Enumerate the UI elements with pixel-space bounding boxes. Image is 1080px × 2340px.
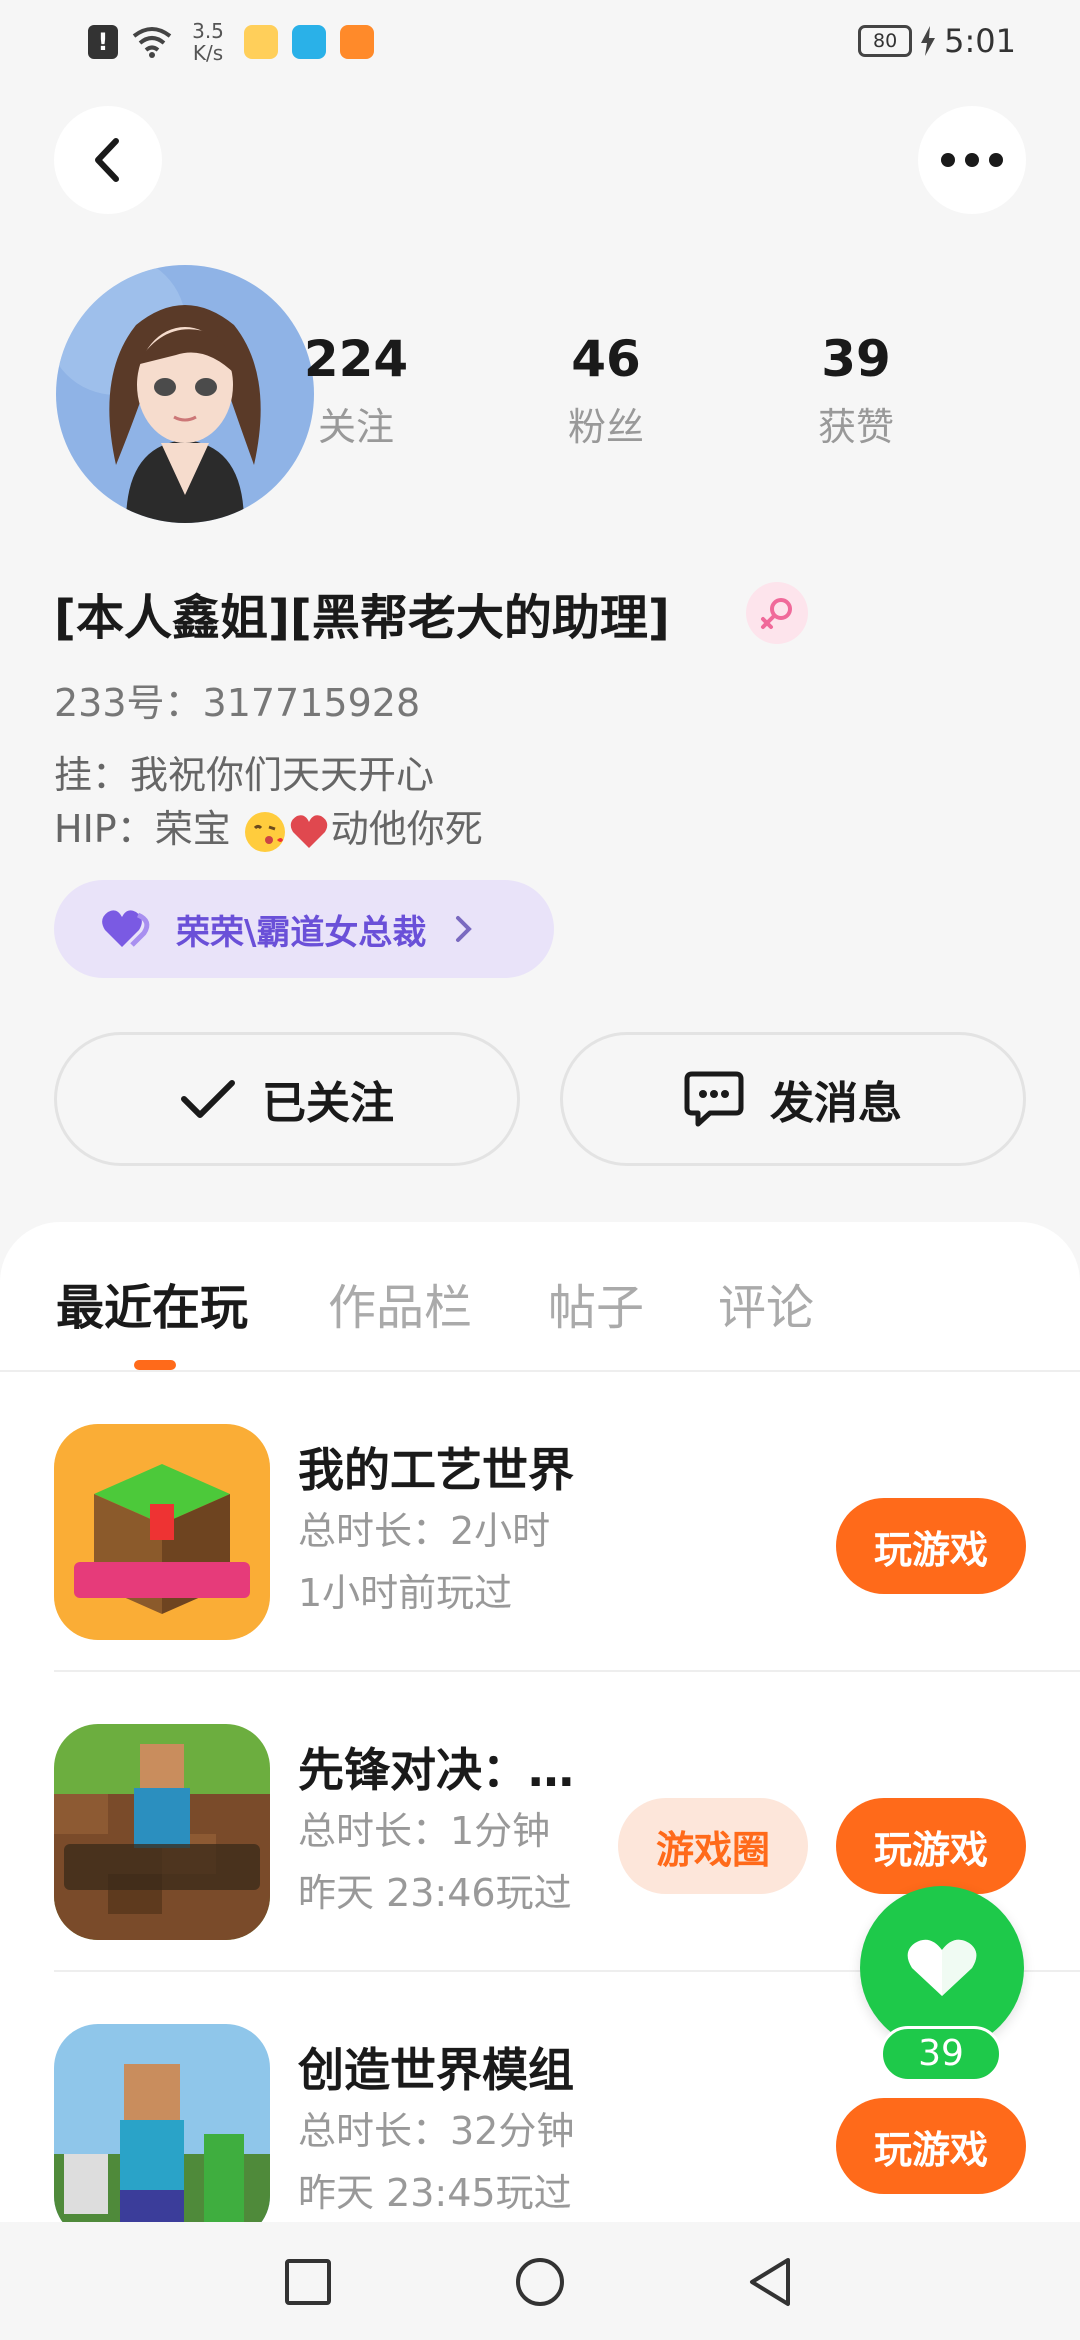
battery-icon: 80 — [858, 25, 913, 57]
game-icon — [54, 1424, 270, 1640]
tab-indicator — [134, 1360, 176, 1370]
wifi-icon — [132, 27, 172, 58]
follow-button-label: 已关注 — [262, 1078, 394, 1129]
charging-icon — [921, 26, 936, 56]
stat-label: 获赞 — [817, 405, 894, 449]
stat-label: 关注 — [317, 405, 394, 449]
stat-value: 46 — [571, 330, 641, 388]
more-button[interactable] — [918, 106, 1026, 214]
play-game-button[interactable]: 玩游戏 — [836, 1498, 1026, 1594]
kiss-emoji-icon — [244, 811, 285, 852]
game-circle-button[interactable]: 游戏圈 — [618, 1798, 808, 1894]
alert-icon: ! — [88, 25, 118, 59]
nickname: [本人鑫姐][黑帮老大的助理] — [54, 590, 670, 646]
back-arrow-icon — [95, 138, 119, 182]
game-total-time: 总时长：2小时 — [298, 1509, 551, 1553]
game-total-time: 总时长：1分钟 — [298, 1809, 551, 1853]
app-notification-icon — [340, 25, 374, 59]
heart-emoji-icon — [290, 814, 328, 848]
tab-works[interactable]: 作品栏 — [328, 1268, 472, 1338]
game-name: 创造世界模组 — [298, 2043, 574, 2097]
back-nav-button[interactable] — [740, 2252, 800, 2312]
app-notification-icon — [244, 25, 278, 59]
like-count: 39 — [880, 2026, 1002, 2082]
square-icon — [285, 2259, 331, 2305]
stat-following[interactable]: 224 关注 — [266, 330, 446, 451]
follow-button[interactable]: 已关注 — [54, 1032, 520, 1166]
stat-label: 粉丝 — [567, 405, 644, 449]
game-last-played: 昨天 23:45玩过 — [298, 2171, 572, 2215]
heart-icon — [907, 1939, 977, 1996]
game-name: 我的工艺世界 — [298, 1443, 574, 1497]
stat-followers[interactable]: 46 粉丝 — [516, 330, 696, 451]
back-button[interactable] — [54, 106, 162, 214]
bio-line: HIP：荣宝 动他你死 — [54, 802, 483, 856]
game-last-played: 1小时前玩过 — [298, 1571, 513, 1615]
tab-posts[interactable]: 帖子 — [548, 1268, 644, 1338]
game-last-played: 昨天 23:46玩过 — [298, 1871, 572, 1915]
user-id: 233号：317715928 — [54, 681, 421, 725]
stat-value: 39 — [821, 330, 891, 388]
heart-icon — [102, 910, 150, 947]
title-chip[interactable]: 荣荣\霸道女总裁 — [54, 880, 554, 978]
game-name: 先锋对决：… — [298, 1743, 574, 1797]
game-icon — [54, 1724, 270, 1940]
stat-value: 224 — [303, 330, 409, 388]
title-chip-label: 荣荣\霸道女总裁 — [176, 912, 427, 953]
play-game-button[interactable]: 玩游戏 — [836, 2098, 1026, 2194]
stat-likes[interactable]: 39 获赞 — [766, 330, 946, 451]
message-button-label: 发消息 — [770, 1078, 902, 1129]
tab-comments[interactable]: 评论 — [718, 1268, 814, 1338]
clock: 5:01 — [944, 22, 1016, 60]
female-gender-icon — [746, 582, 808, 644]
app-notification-icon — [292, 25, 326, 59]
more-icon — [941, 153, 1003, 167]
triangle-back-icon — [750, 2258, 790, 2306]
game-total-time: 总时长：32分钟 — [298, 2109, 575, 2153]
circle-icon — [516, 2258, 564, 2306]
status-bar: ! 3.5 K/s 80 5:01 — [0, 0, 1080, 84]
chevron-right-icon — [456, 916, 473, 942]
play-game-button[interactable]: 玩游戏 — [836, 1798, 1026, 1894]
bio-line: 挂：我祝你们天天开心 — [54, 753, 435, 797]
tab-bar: 最近在玩 作品栏 帖子 评论 — [0, 1222, 1080, 1372]
system-nav-bar — [0, 2222, 1080, 2340]
game-row[interactable]: 我的工艺世界 总时长：2小时 1小时前玩过 玩游戏 — [0, 1372, 1080, 1672]
recent-apps-button[interactable] — [278, 2252, 338, 2312]
chat-bubble-icon — [684, 1071, 744, 1127]
home-button[interactable] — [510, 2252, 570, 2312]
tab-recently-played[interactable]: 最近在玩 — [56, 1268, 248, 1338]
net-speed-text: 3.5 K/s — [192, 19, 224, 65]
game-icon — [54, 2024, 270, 2240]
bio: 挂：我祝你们天天开心 HIP：荣宝 动他你死 — [54, 748, 483, 856]
checkmark-icon — [181, 1080, 235, 1118]
message-button[interactable]: 发消息 — [560, 1032, 1026, 1166]
